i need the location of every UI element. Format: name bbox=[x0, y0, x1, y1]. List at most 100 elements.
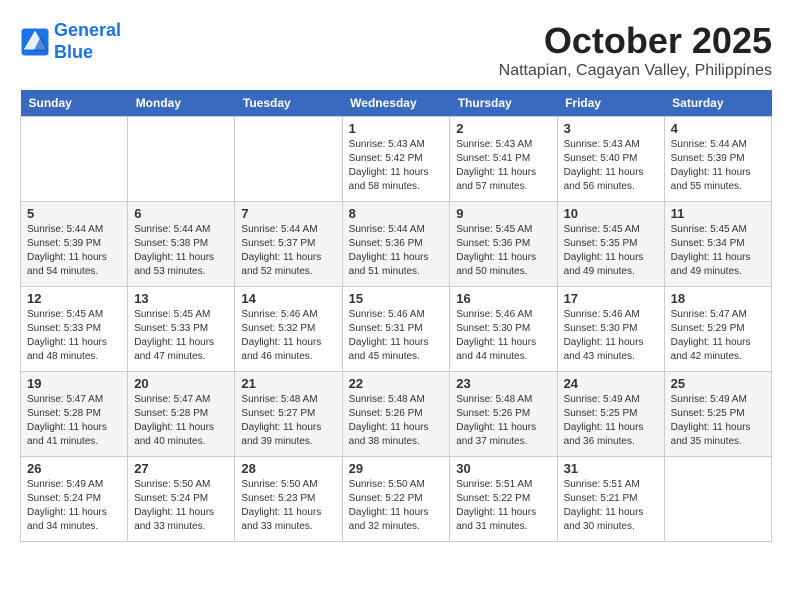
calendar-cell: 6 Sunrise: 5:44 AMSunset: 5:38 PMDayligh… bbox=[128, 202, 235, 287]
day-number: 15 bbox=[349, 291, 444, 306]
calendar-cell: 17 Sunrise: 5:46 AMSunset: 5:30 PMDaylig… bbox=[557, 287, 664, 372]
day-number: 5 bbox=[27, 206, 121, 221]
day-number: 16 bbox=[456, 291, 550, 306]
weekday-header-friday: Friday bbox=[557, 90, 664, 117]
page-header: General Blue October 2025 Nattapian, Cag… bbox=[20, 20, 772, 80]
day-detail: Sunrise: 5:48 AMSunset: 5:26 PMDaylight:… bbox=[349, 393, 444, 449]
day-number: 17 bbox=[564, 291, 658, 306]
day-detail: Sunrise: 5:45 AMSunset: 5:36 PMDaylight:… bbox=[456, 223, 550, 279]
calendar-cell: 7 Sunrise: 5:44 AMSunset: 5:37 PMDayligh… bbox=[235, 202, 342, 287]
weekday-header-saturday: Saturday bbox=[664, 90, 771, 117]
day-number: 18 bbox=[671, 291, 765, 306]
day-detail: Sunrise: 5:47 AMSunset: 5:29 PMDaylight:… bbox=[671, 308, 765, 364]
day-detail: Sunrise: 5:47 AMSunset: 5:28 PMDaylight:… bbox=[134, 393, 228, 449]
day-detail: Sunrise: 5:50 AMSunset: 5:22 PMDaylight:… bbox=[349, 478, 444, 534]
day-number: 1 bbox=[349, 121, 444, 136]
calendar-cell: 3 Sunrise: 5:43 AMSunset: 5:40 PMDayligh… bbox=[557, 117, 664, 202]
day-number: 4 bbox=[671, 121, 765, 136]
day-number: 25 bbox=[671, 376, 765, 391]
calendar-cell: 9 Sunrise: 5:45 AMSunset: 5:36 PMDayligh… bbox=[450, 202, 557, 287]
calendar-week-4: 19 Sunrise: 5:47 AMSunset: 5:28 PMDaylig… bbox=[21, 372, 772, 457]
day-number: 28 bbox=[241, 461, 335, 476]
calendar-cell bbox=[235, 117, 342, 202]
day-number: 9 bbox=[456, 206, 550, 221]
weekday-header-monday: Monday bbox=[128, 90, 235, 117]
day-detail: Sunrise: 5:46 AMSunset: 5:32 PMDaylight:… bbox=[241, 308, 335, 364]
calendar-cell: 2 Sunrise: 5:43 AMSunset: 5:41 PMDayligh… bbox=[450, 117, 557, 202]
day-detail: Sunrise: 5:43 AMSunset: 5:42 PMDaylight:… bbox=[349, 138, 444, 194]
calendar-cell: 11 Sunrise: 5:45 AMSunset: 5:34 PMDaylig… bbox=[664, 202, 771, 287]
calendar-cell: 19 Sunrise: 5:47 AMSunset: 5:28 PMDaylig… bbox=[21, 372, 128, 457]
day-number: 14 bbox=[241, 291, 335, 306]
weekday-header-sunday: Sunday bbox=[21, 90, 128, 117]
day-detail: Sunrise: 5:44 AMSunset: 5:39 PMDaylight:… bbox=[27, 223, 121, 279]
day-detail: Sunrise: 5:51 AMSunset: 5:21 PMDaylight:… bbox=[564, 478, 658, 534]
day-detail: Sunrise: 5:50 AMSunset: 5:23 PMDaylight:… bbox=[241, 478, 335, 534]
day-number: 7 bbox=[241, 206, 335, 221]
day-detail: Sunrise: 5:48 AMSunset: 5:26 PMDaylight:… bbox=[456, 393, 550, 449]
logo-icon bbox=[20, 27, 50, 57]
title-section: October 2025 Nattapian, Cagayan Valley, … bbox=[499, 20, 772, 80]
day-detail: Sunrise: 5:49 AMSunset: 5:25 PMDaylight:… bbox=[671, 393, 765, 449]
calendar-cell: 23 Sunrise: 5:48 AMSunset: 5:26 PMDaylig… bbox=[450, 372, 557, 457]
calendar-cell: 12 Sunrise: 5:45 AMSunset: 5:33 PMDaylig… bbox=[21, 287, 128, 372]
calendar-week-3: 12 Sunrise: 5:45 AMSunset: 5:33 PMDaylig… bbox=[21, 287, 772, 372]
calendar-cell: 24 Sunrise: 5:49 AMSunset: 5:25 PMDaylig… bbox=[557, 372, 664, 457]
day-number: 12 bbox=[27, 291, 121, 306]
calendar-cell bbox=[664, 457, 771, 542]
weekday-header-tuesday: Tuesday bbox=[235, 90, 342, 117]
calendar-cell bbox=[21, 117, 128, 202]
day-detail: Sunrise: 5:44 AMSunset: 5:39 PMDaylight:… bbox=[671, 138, 765, 194]
day-detail: Sunrise: 5:44 AMSunset: 5:38 PMDaylight:… bbox=[134, 223, 228, 279]
calendar-cell: 4 Sunrise: 5:44 AMSunset: 5:39 PMDayligh… bbox=[664, 117, 771, 202]
logo-general: General bbox=[54, 20, 121, 40]
location: Nattapian, Cagayan Valley, Philippines bbox=[499, 62, 772, 80]
calendar-week-2: 5 Sunrise: 5:44 AMSunset: 5:39 PMDayligh… bbox=[21, 202, 772, 287]
calendar-cell: 5 Sunrise: 5:44 AMSunset: 5:39 PMDayligh… bbox=[21, 202, 128, 287]
calendar-week-1: 1 Sunrise: 5:43 AMSunset: 5:42 PMDayligh… bbox=[21, 117, 772, 202]
calendar-cell: 10 Sunrise: 5:45 AMSunset: 5:35 PMDaylig… bbox=[557, 202, 664, 287]
day-number: 13 bbox=[134, 291, 228, 306]
calendar-cell: 22 Sunrise: 5:48 AMSunset: 5:26 PMDaylig… bbox=[342, 372, 450, 457]
day-detail: Sunrise: 5:43 AMSunset: 5:41 PMDaylight:… bbox=[456, 138, 550, 194]
calendar-table: SundayMondayTuesdayWednesdayThursdayFrid… bbox=[20, 90, 772, 542]
day-detail: Sunrise: 5:44 AMSunset: 5:37 PMDaylight:… bbox=[241, 223, 335, 279]
day-number: 8 bbox=[349, 206, 444, 221]
day-number: 24 bbox=[564, 376, 658, 391]
day-detail: Sunrise: 5:43 AMSunset: 5:40 PMDaylight:… bbox=[564, 138, 658, 194]
day-detail: Sunrise: 5:51 AMSunset: 5:22 PMDaylight:… bbox=[456, 478, 550, 534]
day-detail: Sunrise: 5:45 AMSunset: 5:35 PMDaylight:… bbox=[564, 223, 658, 279]
day-number: 23 bbox=[456, 376, 550, 391]
day-number: 29 bbox=[349, 461, 444, 476]
day-detail: Sunrise: 5:50 AMSunset: 5:24 PMDaylight:… bbox=[134, 478, 228, 534]
calendar-week-5: 26 Sunrise: 5:49 AMSunset: 5:24 PMDaylig… bbox=[21, 457, 772, 542]
day-detail: Sunrise: 5:47 AMSunset: 5:28 PMDaylight:… bbox=[27, 393, 121, 449]
calendar-cell: 13 Sunrise: 5:45 AMSunset: 5:33 PMDaylig… bbox=[128, 287, 235, 372]
day-detail: Sunrise: 5:46 AMSunset: 5:31 PMDaylight:… bbox=[349, 308, 444, 364]
day-number: 21 bbox=[241, 376, 335, 391]
day-number: 2 bbox=[456, 121, 550, 136]
calendar-cell: 25 Sunrise: 5:49 AMSunset: 5:25 PMDaylig… bbox=[664, 372, 771, 457]
calendar-cell: 15 Sunrise: 5:46 AMSunset: 5:31 PMDaylig… bbox=[342, 287, 450, 372]
day-detail: Sunrise: 5:49 AMSunset: 5:25 PMDaylight:… bbox=[564, 393, 658, 449]
day-detail: Sunrise: 5:44 AMSunset: 5:36 PMDaylight:… bbox=[349, 223, 444, 279]
day-number: 10 bbox=[564, 206, 658, 221]
calendar-cell: 14 Sunrise: 5:46 AMSunset: 5:32 PMDaylig… bbox=[235, 287, 342, 372]
calendar-cell: 29 Sunrise: 5:50 AMSunset: 5:22 PMDaylig… bbox=[342, 457, 450, 542]
calendar-cell: 28 Sunrise: 5:50 AMSunset: 5:23 PMDaylig… bbox=[235, 457, 342, 542]
calendar-cell: 16 Sunrise: 5:46 AMSunset: 5:30 PMDaylig… bbox=[450, 287, 557, 372]
day-number: 19 bbox=[27, 376, 121, 391]
day-number: 22 bbox=[349, 376, 444, 391]
day-detail: Sunrise: 5:46 AMSunset: 5:30 PMDaylight:… bbox=[564, 308, 658, 364]
day-detail: Sunrise: 5:45 AMSunset: 5:33 PMDaylight:… bbox=[27, 308, 121, 364]
day-detail: Sunrise: 5:45 AMSunset: 5:34 PMDaylight:… bbox=[671, 223, 765, 279]
weekday-header-wednesday: Wednesday bbox=[342, 90, 450, 117]
day-number: 27 bbox=[134, 461, 228, 476]
day-number: 6 bbox=[134, 206, 228, 221]
day-number: 20 bbox=[134, 376, 228, 391]
day-detail: Sunrise: 5:46 AMSunset: 5:30 PMDaylight:… bbox=[456, 308, 550, 364]
calendar-cell: 27 Sunrise: 5:50 AMSunset: 5:24 PMDaylig… bbox=[128, 457, 235, 542]
day-detail: Sunrise: 5:45 AMSunset: 5:33 PMDaylight:… bbox=[134, 308, 228, 364]
day-number: 11 bbox=[671, 206, 765, 221]
calendar-cell: 21 Sunrise: 5:48 AMSunset: 5:27 PMDaylig… bbox=[235, 372, 342, 457]
